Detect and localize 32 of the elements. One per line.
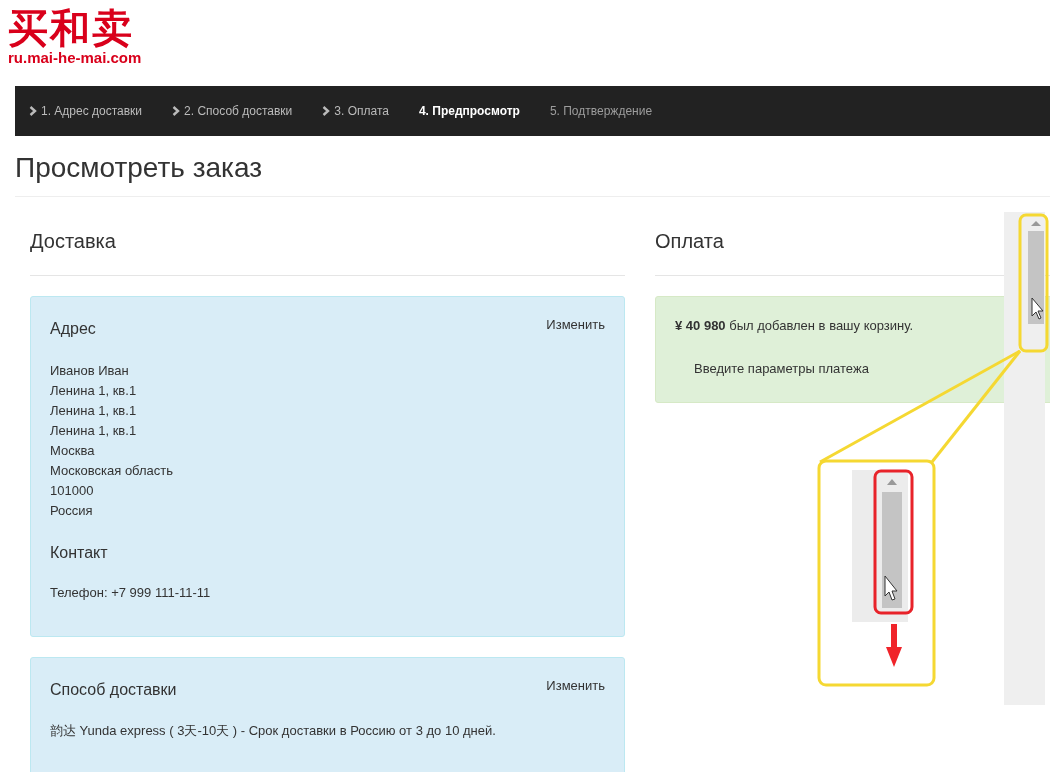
step-tab[interactable]: 4. Предпросмотр bbox=[418, 104, 520, 118]
step-tab[interactable]: 1. Адрес доставки bbox=[29, 104, 143, 118]
cursor-icon bbox=[1031, 297, 1044, 320]
address-line: Московская область bbox=[50, 462, 174, 480]
address-line: Москва bbox=[50, 442, 95, 460]
payment-prompt: Введите параметры платежа bbox=[694, 361, 869, 376]
step-tab[interactable]: 5. Подтверждение bbox=[549, 104, 653, 118]
section-heading: Оплата bbox=[655, 229, 724, 253]
section-heading: Доставка bbox=[30, 229, 116, 253]
panel-title: Способ доставки bbox=[50, 680, 177, 700]
address-line: Иванов Иван bbox=[50, 362, 129, 380]
chevron-icon bbox=[29, 106, 37, 116]
address-line: Россия bbox=[50, 502, 93, 520]
shipping-method-text: 韵达 Yunda express ( 3天-10天 ) - Срок доставки в Россию от 3 до 10 дней. bbox=[50, 722, 496, 740]
address-line: Ленина 1, кв.1 bbox=[50, 382, 137, 400]
chevron-icon bbox=[172, 106, 181, 116]
step-tab[interactable]: 2. Способ доставки bbox=[172, 104, 293, 118]
address-line: 101000 bbox=[50, 482, 94, 500]
panel-title: Адрес bbox=[50, 319, 96, 339]
edit-link[interactable]: Изменить bbox=[546, 678, 605, 693]
chevron-icon bbox=[322, 106, 331, 116]
logo-domain: ru.mai-he-mai.com bbox=[8, 50, 142, 66]
address-line: Ленина 1, кв.1 bbox=[50, 402, 137, 420]
page-title: Просмотреть заказ bbox=[15, 152, 263, 184]
scrollbar-thumb[interactable] bbox=[1028, 221, 1044, 324]
address-line: Ленина 1, кв.1 bbox=[50, 422, 137, 440]
edit-link[interactable]: Изменить bbox=[546, 317, 605, 332]
logo-mark: 买和卖 bbox=[8, 6, 134, 50]
step-tab[interactable]: 3. Оплата bbox=[322, 104, 389, 118]
phone-text: Телефон: +7 999 111-11-11 bbox=[50, 585, 211, 600]
panel-title: Контакт bbox=[50, 543, 109, 563]
cart-message: ¥ 40 980 был добавлен в вашу корзину. bbox=[675, 318, 914, 333]
